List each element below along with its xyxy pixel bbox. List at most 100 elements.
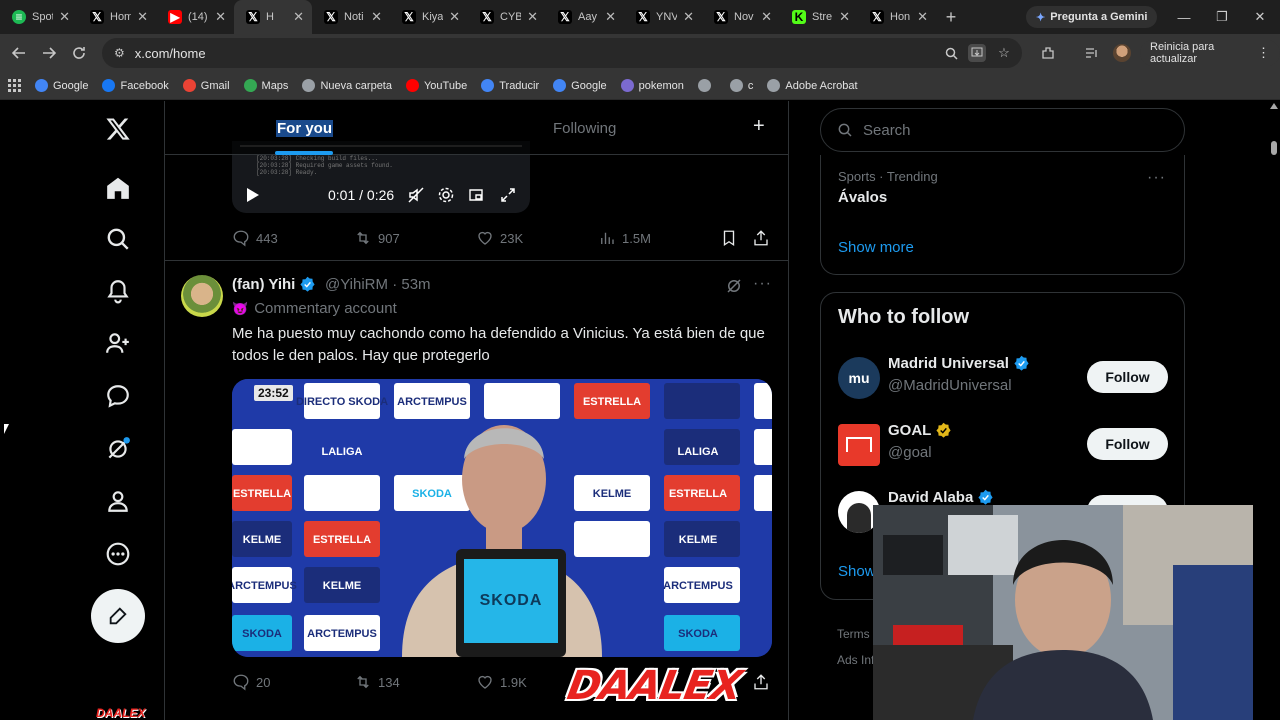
profile-avatar[interactable] (1110, 38, 1134, 68)
bookmark-item[interactable]: Traducir (481, 79, 539, 92)
bookmark-item[interactable]: Maps (243, 79, 288, 92)
zoom-icon[interactable] (942, 44, 960, 62)
avatar[interactable] (838, 424, 880, 466)
browser-tab[interactable]: 𝕏 CYB ✕ (468, 0, 546, 34)
browser-tab[interactable]: 𝕏 Hom ✕ (78, 0, 156, 34)
tweet-author-name[interactable]: (fan) Yihi (232, 276, 316, 293)
search-input[interactable]: Search (820, 108, 1185, 152)
browser-tab[interactable]: 𝕏 H ✕ (234, 0, 312, 34)
avatar[interactable]: mu (838, 357, 880, 399)
reply-button[interactable]: 443 (232, 229, 278, 247)
bookmark-item[interactable]: Facebook (102, 79, 169, 92)
minimize-icon[interactable]: — (1165, 0, 1203, 34)
tab-following[interactable]: Following (553, 120, 616, 137)
tab-close-icon[interactable]: ✕ (215, 9, 226, 25)
site-info-icon[interactable]: ⚙ (114, 46, 125, 60)
bookmark-star-icon[interactable]: ☆ (995, 44, 1013, 62)
close-window-icon[interactable]: ✕ (1241, 0, 1279, 34)
reply-button[interactable]: 20 (232, 673, 270, 691)
add-tab-plus-icon[interactable]: + (753, 115, 765, 138)
follow-button[interactable]: Follow (1087, 361, 1168, 393)
notifications-bell-icon[interactable] (102, 275, 134, 307)
new-tab-button[interactable]: + (936, 7, 966, 28)
gemini-button[interactable]: ✦ Pregunta a Gemini (1026, 6, 1158, 28)
trend-name[interactable]: Ávalos (838, 189, 887, 206)
follow-suggestion[interactable]: mu Madrid Universal @MadridUniversal Fol… (838, 353, 1168, 403)
play-icon[interactable] (246, 187, 260, 208)
mute-icon[interactable] (408, 187, 424, 208)
browser-tab[interactable]: 𝕏 Kiya ✕ (390, 0, 468, 34)
browser-tab[interactable]: 𝕏 Noti ✕ (312, 0, 390, 34)
tab-close-icon[interactable]: ✕ (839, 9, 850, 25)
settings-gear-icon[interactable] (438, 187, 454, 208)
browser-tab[interactable]: ▶ (14) ✕ (156, 0, 234, 34)
account-name[interactable]: David Alaba (888, 489, 994, 506)
browser-tab[interactable]: ≡ Spot ✕ (0, 0, 78, 34)
tweet-media-video[interactable]: DIRECTO SKODA ARCTEMPUS ESTRELLA LALIGA … (232, 379, 772, 657)
avatar[interactable] (181, 275, 223, 317)
show-more-link[interactable]: Show more (838, 239, 914, 256)
bookmark-item[interactable]: Google (553, 79, 607, 92)
tab-close-icon[interactable]: ✕ (59, 9, 70, 25)
home-icon[interactable] (102, 172, 134, 204)
install-app-icon[interactable] (968, 44, 986, 62)
restore-icon[interactable]: ❐ (1203, 0, 1241, 34)
tab-close-icon[interactable]: ✕ (917, 9, 928, 25)
page-scrollbar[interactable] (1268, 101, 1280, 720)
bookmark-item[interactable]: Nueva carpeta (302, 79, 392, 92)
bookmark-item[interactable]: Google (35, 79, 88, 92)
tweet-time[interactable]: · 53m (392, 276, 430, 293)
bookmark-button[interactable] (720, 229, 738, 247)
views-button[interactable]: 1.5M (598, 229, 651, 247)
tab-close-icon[interactable]: ✕ (449, 9, 460, 25)
browser-tab[interactable]: 𝕏 YNV ✕ (624, 0, 702, 34)
repost-button[interactable]: 134 (354, 673, 400, 691)
update-button[interactable]: Reinicia para actualizar ⋮ (1140, 40, 1280, 66)
bookmark-item[interactable]: Gmail (182, 79, 230, 92)
profile-person-icon[interactable] (102, 485, 134, 517)
share-button[interactable] (752, 229, 770, 247)
messages-bubble-icon[interactable] (102, 380, 134, 412)
follow-button[interactable]: Follow (1087, 428, 1168, 460)
more-circle-icon[interactable] (102, 538, 134, 570)
more-options-icon[interactable]: ··· (753, 275, 772, 293)
tab-close-icon[interactable]: ✕ (683, 9, 694, 25)
repost-button[interactable]: 907 (354, 229, 400, 247)
browser-tab[interactable]: 𝕏 Aay ✕ (546, 0, 624, 34)
bookmark-item[interactable]: c (729, 79, 753, 92)
x-logo-icon[interactable] (102, 113, 134, 145)
scroll-thumb[interactable] (1271, 141, 1277, 155)
tweet-author-handle[interactable]: @YihiRM · 53m (325, 276, 431, 293)
tab-close-icon[interactable]: ✕ (605, 9, 616, 25)
explore-search-icon[interactable] (102, 223, 134, 255)
tab-close-icon[interactable]: ✕ (527, 9, 538, 25)
media-control-icon[interactable] (1080, 38, 1104, 68)
compose-post-button[interactable] (91, 589, 145, 643)
browser-tab[interactable]: 𝕏 Hon ✕ (858, 0, 936, 34)
pip-icon[interactable] (468, 187, 484, 208)
tab-close-icon[interactable]: ✕ (137, 9, 148, 25)
forward-arrow-icon[interactable] (34, 38, 64, 68)
browser-tab[interactable]: K Stre ✕ (780, 0, 858, 34)
more-menu-icon[interactable]: ⋮ (1257, 45, 1270, 61)
bookmark-item[interactable] (697, 79, 716, 92)
bookmark-item[interactable]: YouTube (405, 79, 467, 92)
address-bar[interactable]: ⚙ x.com/home ☆ (102, 38, 1022, 68)
tab-for-you[interactable]: For you (276, 120, 333, 137)
bookmark-item[interactable]: Adobe Acrobat (767, 79, 858, 92)
account-name[interactable]: Madrid Universal (888, 355, 1030, 372)
back-arrow-icon[interactable] (4, 38, 34, 68)
share-button[interactable] (752, 673, 770, 691)
trend-more-icon[interactable]: ··· (1147, 169, 1166, 187)
tab-close-icon[interactable]: ✕ (293, 9, 304, 25)
fullscreen-icon[interactable] (500, 187, 516, 208)
tab-close-icon[interactable]: ✕ (761, 9, 772, 25)
reload-icon[interactable] (64, 38, 94, 68)
grok-explain-icon[interactable] (725, 277, 743, 300)
grok-icon[interactable] (102, 433, 134, 465)
account-name[interactable]: GOAL (888, 422, 952, 439)
follow-suggestion[interactable]: GOAL @goal Follow (838, 420, 1168, 470)
scroll-up-arrow-icon[interactable] (1270, 103, 1278, 109)
follow-people-icon[interactable] (102, 327, 134, 359)
extensions-icon[interactable] (1036, 38, 1060, 68)
